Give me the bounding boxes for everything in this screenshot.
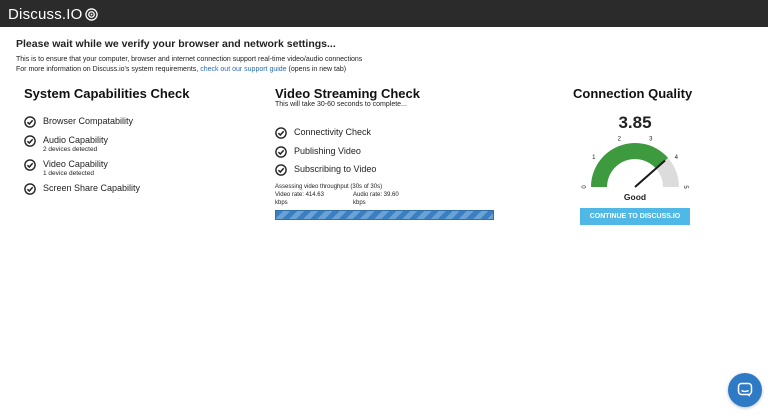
quality-rating: Good <box>623 192 647 202</box>
check-screenshare: Screen Share Capability <box>24 183 140 195</box>
check-label: Subscribing to Video <box>294 164 377 174</box>
check-publishing: Publishing Video <box>275 146 361 158</box>
check-circle-icon <box>24 116 36 128</box>
streaming-subtitle: This will take 30-60 seconds to complete… <box>275 101 407 108</box>
gauge-tick-label: 4 <box>675 155 679 161</box>
check-label: Video Capability <box>43 159 108 169</box>
check-video: Video Capability 1 device detected <box>24 159 108 178</box>
check-circle-icon <box>275 164 287 176</box>
streaming-check-title: Video Streaming Check <box>275 86 420 101</box>
check-detail: 1 device detected <box>43 170 94 177</box>
check-browser: Browser Compatability <box>24 116 133 128</box>
logo-text: Discuss.IO <box>8 6 83 23</box>
intro-requirements-text: For more information on Discuss.io's sys… <box>16 65 362 75</box>
page-title: Please wait while we verify your browser… <box>16 38 336 50</box>
requirements-suffix: (opens in new tab) <box>286 66 347 73</box>
system-check-title: System Capabilities Check <box>24 86 190 101</box>
check-detail: 2 devices detected <box>43 146 98 153</box>
requirements-prefix: For more information on Discuss.io's sys… <box>16 66 201 73</box>
check-label: Publishing Video <box>294 146 361 156</box>
check-circle-icon <box>24 183 36 195</box>
check-circle-icon <box>24 135 36 147</box>
check-subscribing: Subscribing to Video <box>275 164 376 176</box>
intro-text: This is to ensure that your computer, br… <box>16 56 363 63</box>
throughput-status: Assessing video throughput (30s of 30s) <box>275 184 383 190</box>
top-bar: Discuss.IO <box>0 0 768 27</box>
check-circle-icon <box>24 159 36 171</box>
continue-button[interactable]: CONTINUE TO DISCUSS.IO <box>580 208 690 225</box>
throughput-progress-bar <box>275 210 494 220</box>
logo[interactable]: Discuss.IO <box>8 6 98 23</box>
check-label: Connectivity Check <box>294 127 372 137</box>
check-circle-icon <box>275 127 287 139</box>
video-rate-unit: kbps <box>275 200 288 206</box>
gauge-tick-label: 3 <box>649 136 653 142</box>
gauge-tick-label: 0 <box>582 185 588 189</box>
check-circle-icon <box>275 146 287 158</box>
check-label: Audio Capability <box>43 135 109 145</box>
check-label: Browser Compatability <box>43 116 134 126</box>
gauge-fill <box>591 143 669 187</box>
video-rate: Video rate: 414.63 <box>275 192 324 198</box>
intro-section: Please wait while we verify your browser… <box>16 38 362 75</box>
chat-button[interactable] <box>728 373 762 407</box>
check-label: Screen Share Capability <box>43 183 141 193</box>
gauge-tick-label: 5 <box>682 185 688 189</box>
support-guide-link[interactable]: check out our support guide <box>200 66 286 73</box>
check-connectivity: Connectivity Check <box>275 127 371 139</box>
gauge-tick-label: 2 <box>618 136 622 142</box>
target-icon <box>84 8 98 21</box>
audio-rate-unit: kbps <box>353 200 366 206</box>
gauge-tick-label: 1 <box>592 155 596 161</box>
chat-bubble-icon <box>737 382 753 397</box>
connection-quality-title: Connection Quality <box>573 86 693 101</box>
check-audio: Audio Capability 2 devices detected <box>24 135 108 154</box>
audio-rate: Audio rate: 39.60 <box>353 192 399 198</box>
